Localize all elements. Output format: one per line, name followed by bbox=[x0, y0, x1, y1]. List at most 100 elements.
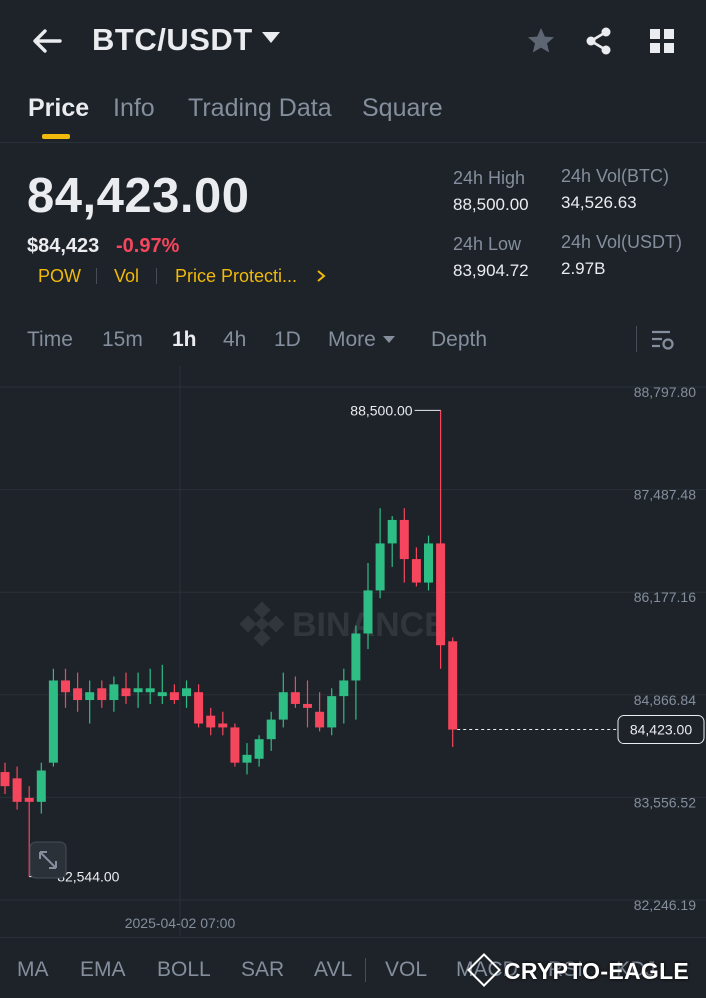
candle-body bbox=[387, 519, 397, 544]
share-icon[interactable] bbox=[582, 24, 616, 58]
star-icon[interactable] bbox=[524, 24, 558, 58]
candle-body bbox=[218, 723, 228, 728]
price-chart[interactable]: BINANCE 88,797.80 87,487.48 86,177.16 84,86… bbox=[0, 366, 706, 936]
candle-body bbox=[266, 719, 276, 740]
high-value: 88,500.00 bbox=[453, 195, 529, 214]
low-value: 83,904.72 bbox=[453, 261, 529, 280]
candle-body bbox=[399, 519, 409, 560]
candle-body bbox=[169, 692, 179, 701]
candle-body bbox=[411, 559, 421, 583]
eagle-logo-icon bbox=[467, 953, 501, 987]
price-axis-label: 84,866.84 bbox=[634, 692, 696, 708]
price-axis: 88,797.80 87,487.48 86,177.16 84,866.84 83,5… bbox=[634, 384, 696, 913]
interval-more[interactable]: More bbox=[328, 328, 376, 352]
tab-trading-data[interactable]: Trading Data bbox=[188, 94, 332, 123]
expand-icon bbox=[29, 841, 67, 879]
candle-body bbox=[12, 778, 22, 802]
price-axis-label: 83,556.52 bbox=[634, 794, 696, 810]
candle-body bbox=[109, 684, 119, 701]
candle-body bbox=[448, 641, 458, 730]
vol-usdt-value: 2.97B bbox=[561, 259, 606, 278]
binance-logo-icon bbox=[239, 601, 285, 647]
candle-body bbox=[157, 692, 167, 697]
candle-body bbox=[0, 772, 10, 787]
main-tabs: Price Info Trading Data Square bbox=[0, 82, 706, 143]
caret-down-icon[interactable] bbox=[262, 32, 280, 43]
candle-body bbox=[327, 696, 337, 728]
candle-body bbox=[339, 680, 349, 697]
chevron-right-icon[interactable] bbox=[315, 269, 327, 283]
candle-body bbox=[182, 688, 191, 697]
interval-15m[interactable]: 15m bbox=[102, 328, 143, 352]
candle-body bbox=[375, 543, 385, 591]
price-axis-label: 87,487.48 bbox=[634, 487, 696, 503]
indicator-vol[interactable]: VOL bbox=[385, 958, 427, 982]
indicator-sar[interactable]: SAR bbox=[241, 958, 284, 982]
vol-btc-label: 24h Vol(BTC) bbox=[561, 166, 670, 186]
interval-bar: Time 15m 1h 4h 1D More Depth bbox=[0, 318, 706, 362]
candle-body bbox=[315, 711, 325, 728]
candle-body bbox=[278, 692, 288, 720]
tab-square[interactable]: Square bbox=[362, 94, 443, 123]
tag-pow[interactable]: POW bbox=[38, 266, 81, 287]
price-change-percent: -0.97% bbox=[116, 235, 180, 257]
candle-body bbox=[145, 688, 155, 693]
candle-body bbox=[254, 739, 264, 759]
candle-body bbox=[133, 688, 143, 693]
price-axis-label: 88,797.80 bbox=[634, 384, 696, 400]
tag-vol[interactable]: Vol bbox=[114, 266, 139, 287]
price-axis-label: 86,177.16 bbox=[634, 589, 696, 605]
indicator-boll[interactable]: BOLL bbox=[157, 958, 211, 982]
candle-body bbox=[36, 770, 46, 802]
candle-body bbox=[290, 692, 300, 704]
chart-settings-icon[interactable] bbox=[648, 326, 676, 354]
divider bbox=[636, 326, 637, 352]
overlay-watermark: CRYPTO-EAGLE bbox=[467, 953, 689, 987]
low-marker-label: 82,544.00 bbox=[57, 869, 119, 885]
usd-price: $84,423 bbox=[27, 235, 100, 257]
candle-body bbox=[85, 692, 95, 701]
high-marker-label: 88,500.00 bbox=[350, 402, 412, 418]
tag-price-protection[interactable]: Price Protecti... bbox=[175, 266, 297, 287]
candle-body bbox=[97, 688, 107, 701]
tab-price[interactable]: Price bbox=[28, 94, 89, 123]
indicator-ema[interactable]: EMA bbox=[80, 958, 126, 982]
candle-body bbox=[206, 715, 216, 728]
tag-divider bbox=[96, 268, 97, 284]
candle-body bbox=[351, 633, 361, 681]
caret-down-icon[interactable] bbox=[383, 336, 395, 343]
top-bar: BTC/USDT bbox=[0, 0, 706, 82]
low-label: 24h Low bbox=[453, 234, 522, 254]
candle-body bbox=[230, 727, 240, 763]
indicator-ma[interactable]: MA bbox=[17, 958, 49, 982]
candle-body bbox=[61, 680, 70, 693]
candle-body bbox=[24, 797, 34, 802]
interval-time[interactable]: Time bbox=[27, 328, 73, 352]
interval-1d[interactable]: 1D bbox=[274, 328, 301, 352]
binance-watermark: BINANCE bbox=[239, 601, 447, 647]
candle-body bbox=[303, 703, 312, 708]
grid-icon[interactable] bbox=[645, 24, 679, 58]
candle-body bbox=[48, 680, 58, 763]
vol-usdt-label: 24h Vol(USDT) bbox=[561, 232, 683, 252]
indicator-avl[interactable]: AVL bbox=[314, 958, 352, 982]
interval-depth[interactable]: Depth bbox=[431, 328, 487, 352]
vol-btc-value: 34,526.63 bbox=[561, 193, 637, 212]
last-price-label: 84,423.00 bbox=[630, 722, 692, 738]
price-axis-label: 82,246.19 bbox=[634, 897, 696, 913]
candle-body bbox=[73, 688, 83, 701]
candle-body bbox=[436, 543, 446, 646]
candle-body bbox=[242, 754, 252, 763]
tab-info[interactable]: Info bbox=[113, 94, 155, 123]
candle-body bbox=[121, 688, 131, 697]
interval-1h[interactable]: 1h bbox=[172, 328, 197, 352]
interval-4h[interactable]: 4h bbox=[223, 328, 246, 352]
active-tab-indicator bbox=[42, 134, 70, 139]
candle-body bbox=[194, 692, 204, 724]
chart-annotations: 88,500.00 82,544.00 84,423.00 2025-04-02 07… bbox=[29, 402, 705, 931]
last-price: 84,423.00 bbox=[27, 169, 250, 223]
back-arrow-icon[interactable] bbox=[30, 24, 64, 58]
pair-title[interactable]: BTC/USDT bbox=[92, 22, 253, 58]
time-axis-label: 2025-04-02 07:00 bbox=[125, 915, 236, 931]
high-label: 24h High bbox=[453, 168, 526, 188]
